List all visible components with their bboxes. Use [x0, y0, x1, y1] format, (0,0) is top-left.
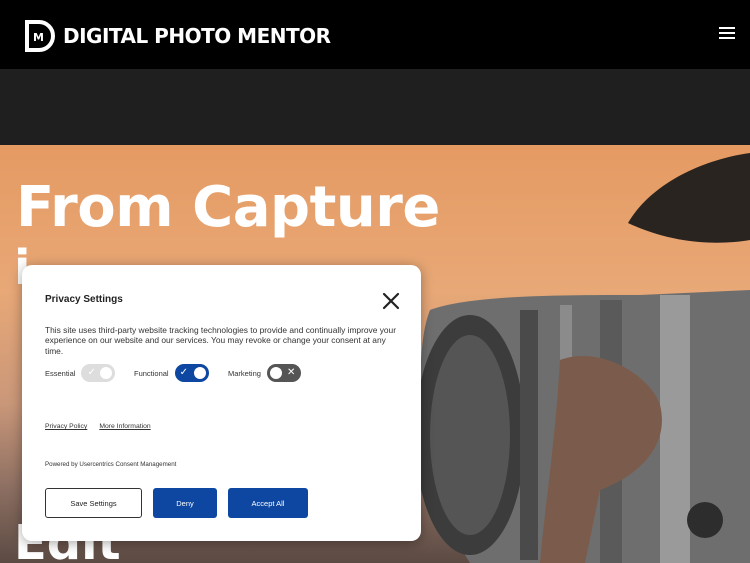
site-name: DIGITAL PHOTO MENTOR — [63, 24, 331, 48]
toggle-label-essential: Essential — [45, 368, 76, 378]
privacy-settings-dialog: Privacy Settings This site uses third-pa… — [22, 265, 421, 541]
check-icon: ✓ — [179, 367, 188, 378]
accept-all-button[interactable]: Accept All — [228, 488, 308, 518]
toggle-essential: Essential ✓ — [45, 364, 116, 382]
toggle-label-functional: Functional — [134, 368, 169, 378]
hero-title: From Capture — [16, 175, 440, 240]
essential-switch[interactable]: ✓ — [81, 364, 116, 382]
switch-knob — [193, 367, 206, 379]
privacy-policy-link[interactable]: Privacy Policy — [45, 423, 87, 430]
top-navigation-bar: M DIGITAL PHOTO MENTOR — [0, 0, 750, 69]
deny-button[interactable]: Deny — [153, 488, 217, 518]
dialog-title: Privacy Settings — [45, 294, 123, 305]
functional-switch[interactable]: ✓ — [174, 364, 209, 382]
dialog-links: Privacy Policy More Information — [45, 423, 151, 430]
hamburger-menu-icon[interactable] — [719, 27, 735, 41]
site-logo[interactable]: M DIGITAL PHOTO MENTOR — [24, 19, 331, 53]
close-icon[interactable] — [380, 290, 402, 312]
dialog-description: This site uses third-party website track… — [45, 325, 396, 356]
toggle-marketing: Marketing ✕ — [228, 364, 301, 382]
header-spacer — [0, 69, 750, 145]
toggle-label-marketing: Marketing — [228, 368, 261, 378]
svg-text:M: M — [33, 31, 44, 44]
powered-by-text: Powered by Usercentrics Consent Manageme… — [45, 461, 177, 468]
switch-knob — [100, 367, 113, 379]
check-icon: ✓ — [87, 367, 96, 378]
marketing-switch[interactable]: ✕ — [266, 364, 301, 382]
more-information-link[interactable]: More Information — [99, 423, 150, 430]
x-icon: ✕ — [286, 367, 296, 378]
dm-logo-icon: M — [25, 20, 55, 52]
save-settings-button[interactable]: Save Settings — [45, 488, 142, 518]
switch-knob — [269, 367, 282, 379]
toggle-functional: Functional ✓ — [134, 364, 209, 382]
